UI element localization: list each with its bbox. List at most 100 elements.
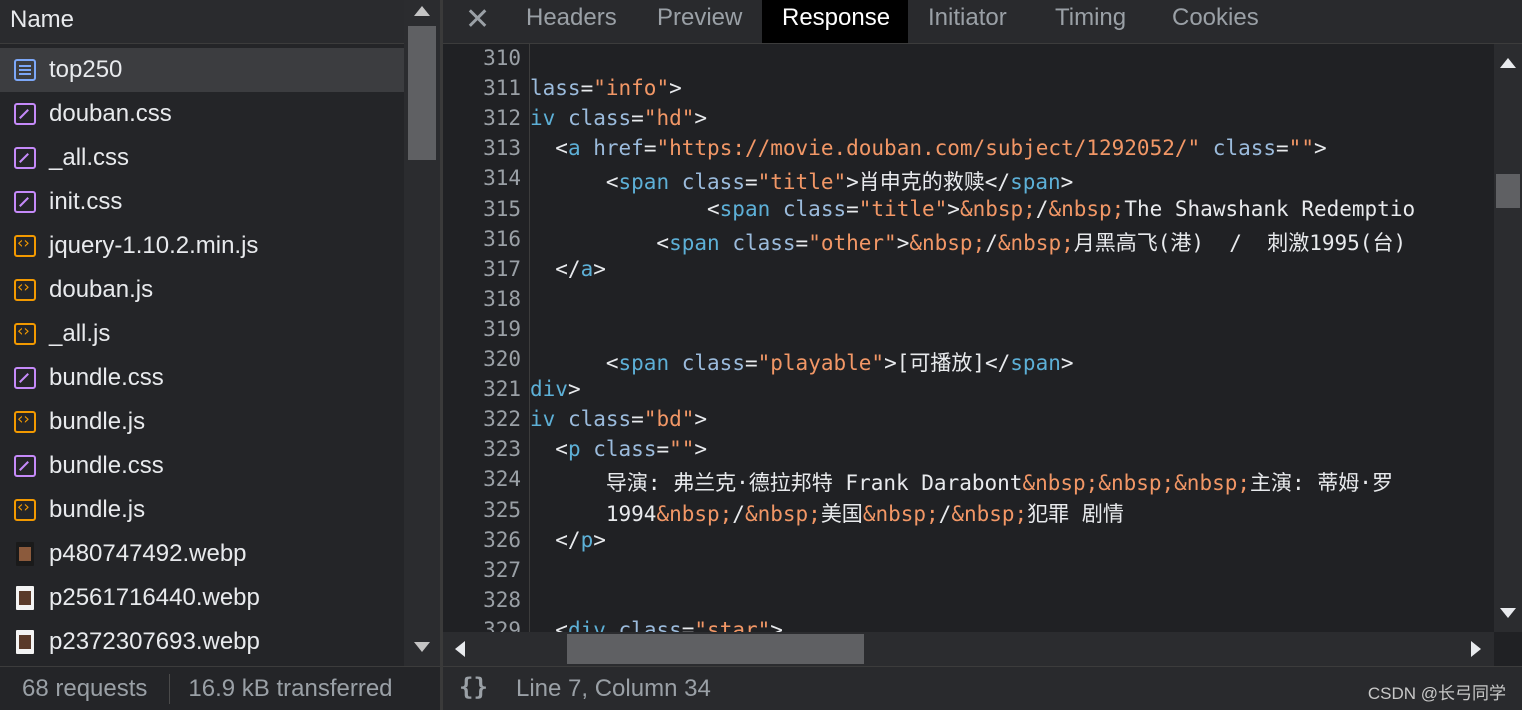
request-list: top250 douban.css _all.css init.css jquery-1… bbox=[0, 48, 404, 660]
code-line[interactable]: <a href="https://movie.douban.com/subjec… bbox=[530, 136, 1326, 160]
code-line[interactable]: 导演: 弗兰克·德拉邦特 Frank Darabont&nbsp;&nbsp;&… bbox=[530, 467, 1393, 497]
script-icon bbox=[14, 233, 36, 257]
request-row[interactable]: init.css bbox=[0, 180, 404, 224]
code-content[interactable]: lass="info"> iv class="hd"> <a href="http… bbox=[530, 44, 1494, 632]
image-icon bbox=[16, 542, 34, 566]
code-line[interactable]: <span class="title">&nbsp;/&nbsp;The Sha… bbox=[530, 197, 1415, 221]
request-name: jquery-1.10.2.min.js bbox=[49, 232, 259, 259]
tab-cookies[interactable]: Cookies bbox=[1152, 0, 1279, 43]
name-column-header[interactable]: Name bbox=[0, 0, 404, 44]
request-name: p2372307693.webp bbox=[49, 628, 260, 655]
code-line[interactable]: </p> bbox=[530, 528, 606, 552]
image-icon bbox=[16, 586, 34, 610]
request-row[interactable]: _all.css bbox=[0, 136, 404, 180]
request-row[interactable]: p2372307693.webp bbox=[0, 620, 404, 660]
request-row[interactable]: p480747492.webp bbox=[0, 532, 404, 576]
line-number: 325 bbox=[483, 497, 521, 522]
line-number: 317 bbox=[483, 256, 521, 281]
request-row[interactable]: top250 bbox=[0, 48, 404, 92]
request-row[interactable]: bundle.css bbox=[0, 356, 404, 400]
tab-initiator[interactable]: Initiator bbox=[908, 0, 1027, 43]
code-line[interactable]: </a> bbox=[530, 257, 606, 281]
scrollbar-thumb[interactable] bbox=[567, 634, 864, 664]
cursor-position: Line 7, Column 34 bbox=[516, 675, 711, 702]
code-line[interactable]: <span class="title">肖申克的救赎</span> bbox=[530, 166, 1073, 196]
request-name: p480747492.webp bbox=[49, 540, 247, 567]
stylesheet-icon bbox=[14, 191, 36, 213]
request-row[interactable]: bundle.js bbox=[0, 488, 404, 532]
line-number: 329 bbox=[483, 617, 521, 632]
code-line[interactable]: <div class="star"> bbox=[530, 618, 783, 632]
request-name: top250 bbox=[49, 56, 123, 83]
request-name: p2561716440.webp bbox=[49, 584, 260, 611]
request-row[interactable]: jquery-1.10.2.min.js bbox=[0, 224, 404, 268]
scroll-up-arrow-icon[interactable] bbox=[1500, 58, 1516, 68]
request-row[interactable]: douban.js bbox=[0, 268, 404, 312]
request-name: douban.css bbox=[49, 100, 172, 127]
scroll-down-arrow-icon[interactable] bbox=[414, 642, 430, 652]
line-number: 323 bbox=[483, 437, 521, 462]
request-name: _all.js bbox=[49, 320, 111, 347]
code-horizontal-scrollbar[interactable] bbox=[443, 632, 1494, 666]
stylesheet-icon bbox=[14, 455, 36, 477]
line-number: 318 bbox=[483, 286, 521, 311]
scrollbar-thumb[interactable] bbox=[1496, 174, 1520, 208]
document-icon bbox=[14, 59, 36, 81]
request-list-panel: Name top250 douban.css _all.css init.css jqu… bbox=[0, 0, 440, 710]
line-number: 321 bbox=[483, 377, 521, 402]
tab-response[interactable]: Response bbox=[762, 0, 908, 43]
line-number: 328 bbox=[483, 587, 521, 612]
response-code-viewer[interactable]: 310 311 312 313 314 315 316 317 318 319 320 321 322 3… bbox=[443, 44, 1494, 632]
code-line[interactable]: 1994&nbsp;/&nbsp;美国&nbsp;/&nbsp;犯罪 剧情 bbox=[530, 498, 1124, 528]
script-icon bbox=[14, 497, 36, 521]
scroll-left-arrow-icon[interactable] bbox=[455, 641, 465, 657]
scroll-up-arrow-icon[interactable] bbox=[414, 6, 430, 16]
request-row[interactable]: p2561716440.webp bbox=[0, 576, 404, 620]
script-icon bbox=[14, 321, 36, 345]
line-number: 314 bbox=[483, 166, 521, 191]
request-name: _all.css bbox=[49, 144, 130, 171]
code-vertical-scrollbar[interactable] bbox=[1494, 44, 1522, 632]
request-name: bundle.js bbox=[49, 408, 146, 435]
request-row[interactable]: _all.js bbox=[0, 312, 404, 356]
scroll-right-arrow-icon[interactable] bbox=[1471, 641, 1481, 657]
request-name: douban.js bbox=[49, 276, 154, 303]
tab-timing[interactable]: Timing bbox=[1035, 0, 1146, 43]
line-number: 313 bbox=[483, 136, 521, 161]
line-number-gutter: 310 311 312 313 314 315 316 317 318 319 320 321 322 3… bbox=[443, 44, 530, 632]
code-line[interactable]: <span class="playable">[可播放]</span> bbox=[530, 347, 1074, 377]
stylesheet-icon bbox=[14, 103, 36, 125]
line-number: 315 bbox=[483, 196, 521, 221]
line-number: 322 bbox=[483, 407, 521, 432]
request-list-scrollbar[interactable] bbox=[404, 0, 440, 666]
code-line[interactable]: lass="info"> bbox=[530, 76, 682, 100]
code-line[interactable]: iv class="hd"> bbox=[530, 106, 707, 130]
image-icon bbox=[16, 630, 34, 654]
tab-preview[interactable]: Preview bbox=[637, 0, 762, 43]
request-row[interactable]: bundle.js bbox=[0, 400, 404, 444]
line-number: 312 bbox=[483, 106, 521, 131]
request-name: bundle.css bbox=[49, 452, 164, 479]
response-footer: {} Line 7, Column 34 CSDN @长弓同学 bbox=[443, 666, 1522, 710]
request-name: bundle.js bbox=[49, 496, 146, 523]
request-count: 68 requests bbox=[0, 673, 171, 704]
line-number: 310 bbox=[483, 46, 521, 70]
code-line[interactable]: div> bbox=[530, 377, 581, 401]
scrollbar-thumb[interactable] bbox=[408, 26, 436, 160]
script-icon bbox=[14, 409, 36, 433]
code-line[interactable]: iv class="bd"> bbox=[530, 407, 707, 431]
pretty-print-icon[interactable]: {} bbox=[459, 673, 488, 701]
stylesheet-icon bbox=[14, 367, 36, 389]
line-number: 327 bbox=[483, 557, 521, 582]
close-icon[interactable]: ✕ bbox=[465, 2, 490, 38]
line-number: 320 bbox=[483, 347, 521, 371]
code-line[interactable]: <p class=""> bbox=[530, 437, 707, 461]
tab-headers[interactable]: Headers bbox=[506, 0, 637, 43]
request-row[interactable]: bundle.css bbox=[0, 444, 404, 488]
transferred-size: 16.9 kB transferred bbox=[188, 674, 393, 702]
request-row[interactable]: douban.css bbox=[0, 92, 404, 136]
stylesheet-icon bbox=[14, 147, 36, 169]
line-number: 316 bbox=[483, 226, 521, 251]
scroll-down-arrow-icon[interactable] bbox=[1500, 608, 1516, 618]
code-line[interactable]: <span class="other">&nbsp;/&nbsp;月黑高飞(港)… bbox=[530, 227, 1406, 257]
